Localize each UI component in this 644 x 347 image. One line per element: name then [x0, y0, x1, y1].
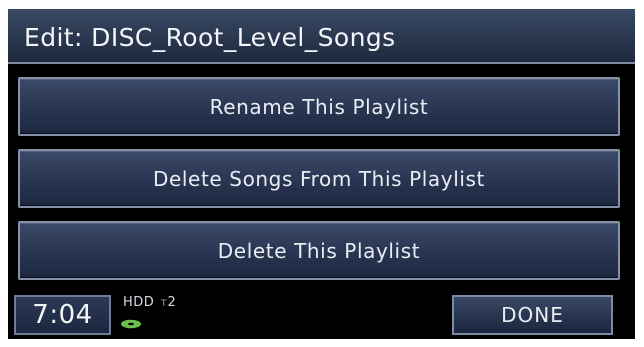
- delete-playlist-button[interactable]: Delete This Playlist: [18, 221, 620, 280]
- menu-list: Rename This Playlist Delete Songs From T…: [8, 64, 635, 293]
- delete-songs-button[interactable]: Delete Songs From This Playlist: [18, 149, 620, 208]
- source-label: HDD: [123, 295, 155, 310]
- status-bar: 7:04 HDD T2 DONE: [8, 293, 635, 339]
- disc-icon: [121, 319, 141, 329]
- clock-display: 7:04: [14, 295, 111, 335]
- display-screen: Edit: DISC_Root_Level_Songs Rename This …: [8, 9, 635, 339]
- track-indicator: T2: [161, 295, 176, 310]
- page-title: Edit: DISC_Root_Level_Songs: [24, 23, 396, 52]
- track-number: 2: [167, 295, 176, 310]
- track-marker: T: [161, 299, 167, 309]
- rename-playlist-button[interactable]: Rename This Playlist: [18, 77, 620, 136]
- title-bar: Edit: DISC_Root_Level_Songs: [8, 9, 635, 64]
- done-button[interactable]: DONE: [452, 295, 613, 335]
